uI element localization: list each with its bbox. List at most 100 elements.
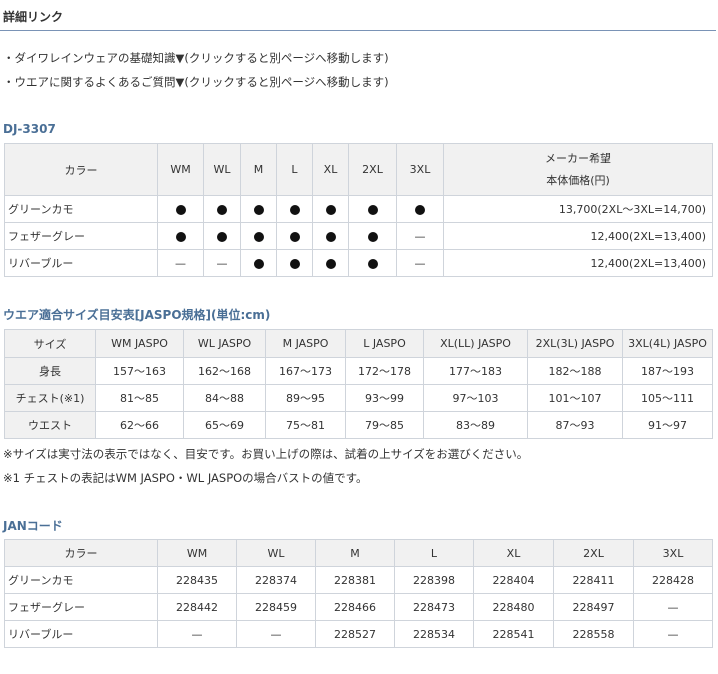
size-chart-table: サイズ WM JASPO WL JASPO M JASPO L JASPO XL(LL) … xyxy=(4,329,713,439)
size-cell: 79〜85 xyxy=(345,411,424,439)
available-dot-icon xyxy=(367,258,378,269)
size-cell: 75〜81 xyxy=(265,411,346,439)
available-dot-icon xyxy=(253,204,264,215)
jan-code-cell: 228541 xyxy=(473,620,554,648)
availability-cell xyxy=(276,249,313,277)
available-dot-icon xyxy=(325,204,336,215)
availability-cell xyxy=(203,195,241,223)
jan-code-cell: — xyxy=(633,620,713,648)
jan-code-cell: 228374 xyxy=(236,566,316,594)
header-price: メーカー希望 本体価格(円) xyxy=(443,143,713,196)
available-dot-icon xyxy=(253,258,264,269)
model-table: カラー WM WL M L XL 2XL 3XL メーカー希望 本体価格(円) … xyxy=(4,143,713,277)
model-price: 12,400(2XL=13,400) xyxy=(443,222,713,250)
jan-header-row: カラー WM WL M L XL 2XL 3XL xyxy=(4,539,713,567)
link-rainwear-basics[interactable]: ・ダイワレインウェアの基礎知識▼(クリックすると別ページへ移動します) xyxy=(3,50,389,66)
size-cell: 157〜163 xyxy=(95,357,184,385)
jan-code-cell: — xyxy=(633,593,713,621)
availability-cell xyxy=(203,222,241,250)
size-header-cell: WL JASPO xyxy=(183,329,266,358)
size-cell: 93〜99 xyxy=(345,384,424,412)
jan-code-cell: 228435 xyxy=(157,566,237,594)
size-note-2: ※1 チェストの表記はWM JASPO・WL JASPOの場合バストの値です。 xyxy=(3,471,368,485)
available-dot-icon xyxy=(289,231,300,242)
jan-header-cell: WM xyxy=(157,539,237,567)
size-header-row: サイズ WM JASPO WL JASPO M JASPO L JASPO XL(LL) … xyxy=(4,329,713,358)
unavailable-dash: — xyxy=(175,256,186,270)
header-size: 3XL xyxy=(396,143,444,196)
header-size: 2XL xyxy=(348,143,397,196)
size-row-label: ウエスト xyxy=(4,411,96,439)
header-size: XL xyxy=(312,143,349,196)
size-header-cell: M JASPO xyxy=(265,329,346,358)
size-cell: 172〜178 xyxy=(345,357,424,385)
available-dot-icon xyxy=(289,258,300,269)
jan-title: JANコード xyxy=(3,519,63,533)
header-color: カラー xyxy=(4,143,158,196)
size-row: 身長 157〜163 162〜168 167〜173 172〜178 177〜183 182… xyxy=(4,357,713,385)
jan-code-cell: 228404 xyxy=(473,566,554,594)
jan-color: リバーブルー xyxy=(4,620,158,648)
availability-cell xyxy=(312,222,349,250)
jan-code-cell: 228398 xyxy=(394,566,474,594)
link-faq[interactable]: ・ウエアに関するよくあるご質問▼(クリックすると別ページへ移動します) xyxy=(3,74,389,90)
size-header-cell: 3XL(4L) JASPO xyxy=(622,329,713,358)
jan-color: グリーンカモ xyxy=(4,566,158,594)
jan-code-cell: 228473 xyxy=(394,593,474,621)
size-cell: 187〜193 xyxy=(622,357,713,385)
availability-cell xyxy=(240,249,277,277)
jan-header-cell: WL xyxy=(236,539,316,567)
jan-code-cell: 228428 xyxy=(633,566,713,594)
available-dot-icon xyxy=(289,204,300,215)
jan-row: リバーブルー — —228527 228534 228541 228558— xyxy=(4,620,713,648)
jan-code-cell: 228411 xyxy=(553,566,634,594)
jan-code-cell: 228497 xyxy=(553,593,634,621)
availability-cell: — xyxy=(157,249,204,277)
available-dot-icon xyxy=(217,231,227,242)
size-cell: 62〜66 xyxy=(95,411,184,439)
jan-header-cell: L xyxy=(394,539,474,567)
model-color: グリーンカモ xyxy=(4,195,158,223)
size-chart-title: ウエア適合サイズ目安表[JASPO規格](単位:cm) xyxy=(3,308,271,322)
size-cell: 167〜173 xyxy=(265,357,346,385)
model-color: フェザーグレー xyxy=(4,222,158,250)
size-cell: 81〜85 xyxy=(95,384,184,412)
availability-cell xyxy=(396,195,444,223)
price-header-line1: メーカー希望 xyxy=(545,151,611,165)
jan-table: カラー WM WL M L XL 2XL 3XL グリーンカモ 228435 228374 22838… xyxy=(4,539,713,648)
size-cell: 83〜89 xyxy=(423,411,528,439)
jan-header-cell: M xyxy=(315,539,395,567)
available-dot-icon xyxy=(325,231,336,242)
model-price: 12,400(2XL=13,400) xyxy=(443,249,713,277)
jan-color: フェザーグレー xyxy=(4,593,158,621)
size-cell: 182〜188 xyxy=(527,357,623,385)
size-note-1: ※サイズは実寸法の表示ではなく、目安です。お買い上げの際は、試着の上サイズをお選… xyxy=(3,447,529,461)
header-size: WM xyxy=(157,143,204,196)
header-size: WL xyxy=(203,143,241,196)
model-price: 13,700(2XL〜3XL=14,700) xyxy=(443,195,713,223)
jan-code-cell: 228442 xyxy=(157,593,237,621)
jan-code-cell: 228527 xyxy=(315,620,395,648)
section-title-links: 詳細リンク xyxy=(3,10,64,24)
availability-cell: — xyxy=(203,249,241,277)
size-cell: 91〜97 xyxy=(622,411,713,439)
unavailable-dash: — xyxy=(414,256,426,270)
model-title: DJ-3307 xyxy=(3,122,56,136)
jan-code-cell: 228459 xyxy=(236,593,316,621)
jan-header-cell: 3XL xyxy=(633,539,713,567)
jan-row: フェザーグレー 228442 228459 228466 228473 228480 228… xyxy=(4,593,713,621)
unavailable-dash: — xyxy=(414,229,426,243)
size-header-cell: 2XL(3L) JASPO xyxy=(527,329,623,358)
jan-header-cell: 2XL xyxy=(553,539,634,567)
available-dot-icon xyxy=(415,204,425,215)
availability-cell: — xyxy=(396,249,444,277)
unavailable-dash: — xyxy=(216,256,228,270)
size-cell: 105〜111 xyxy=(622,384,713,412)
availability-cell: — xyxy=(396,222,444,250)
size-header-cell: L JASPO xyxy=(345,329,424,358)
jan-header-cell: カラー xyxy=(4,539,158,567)
jan-header-cell: XL xyxy=(473,539,554,567)
availability-cell xyxy=(348,222,397,250)
size-cell: 177〜183 xyxy=(423,357,528,385)
jan-code-cell: 228534 xyxy=(394,620,474,648)
